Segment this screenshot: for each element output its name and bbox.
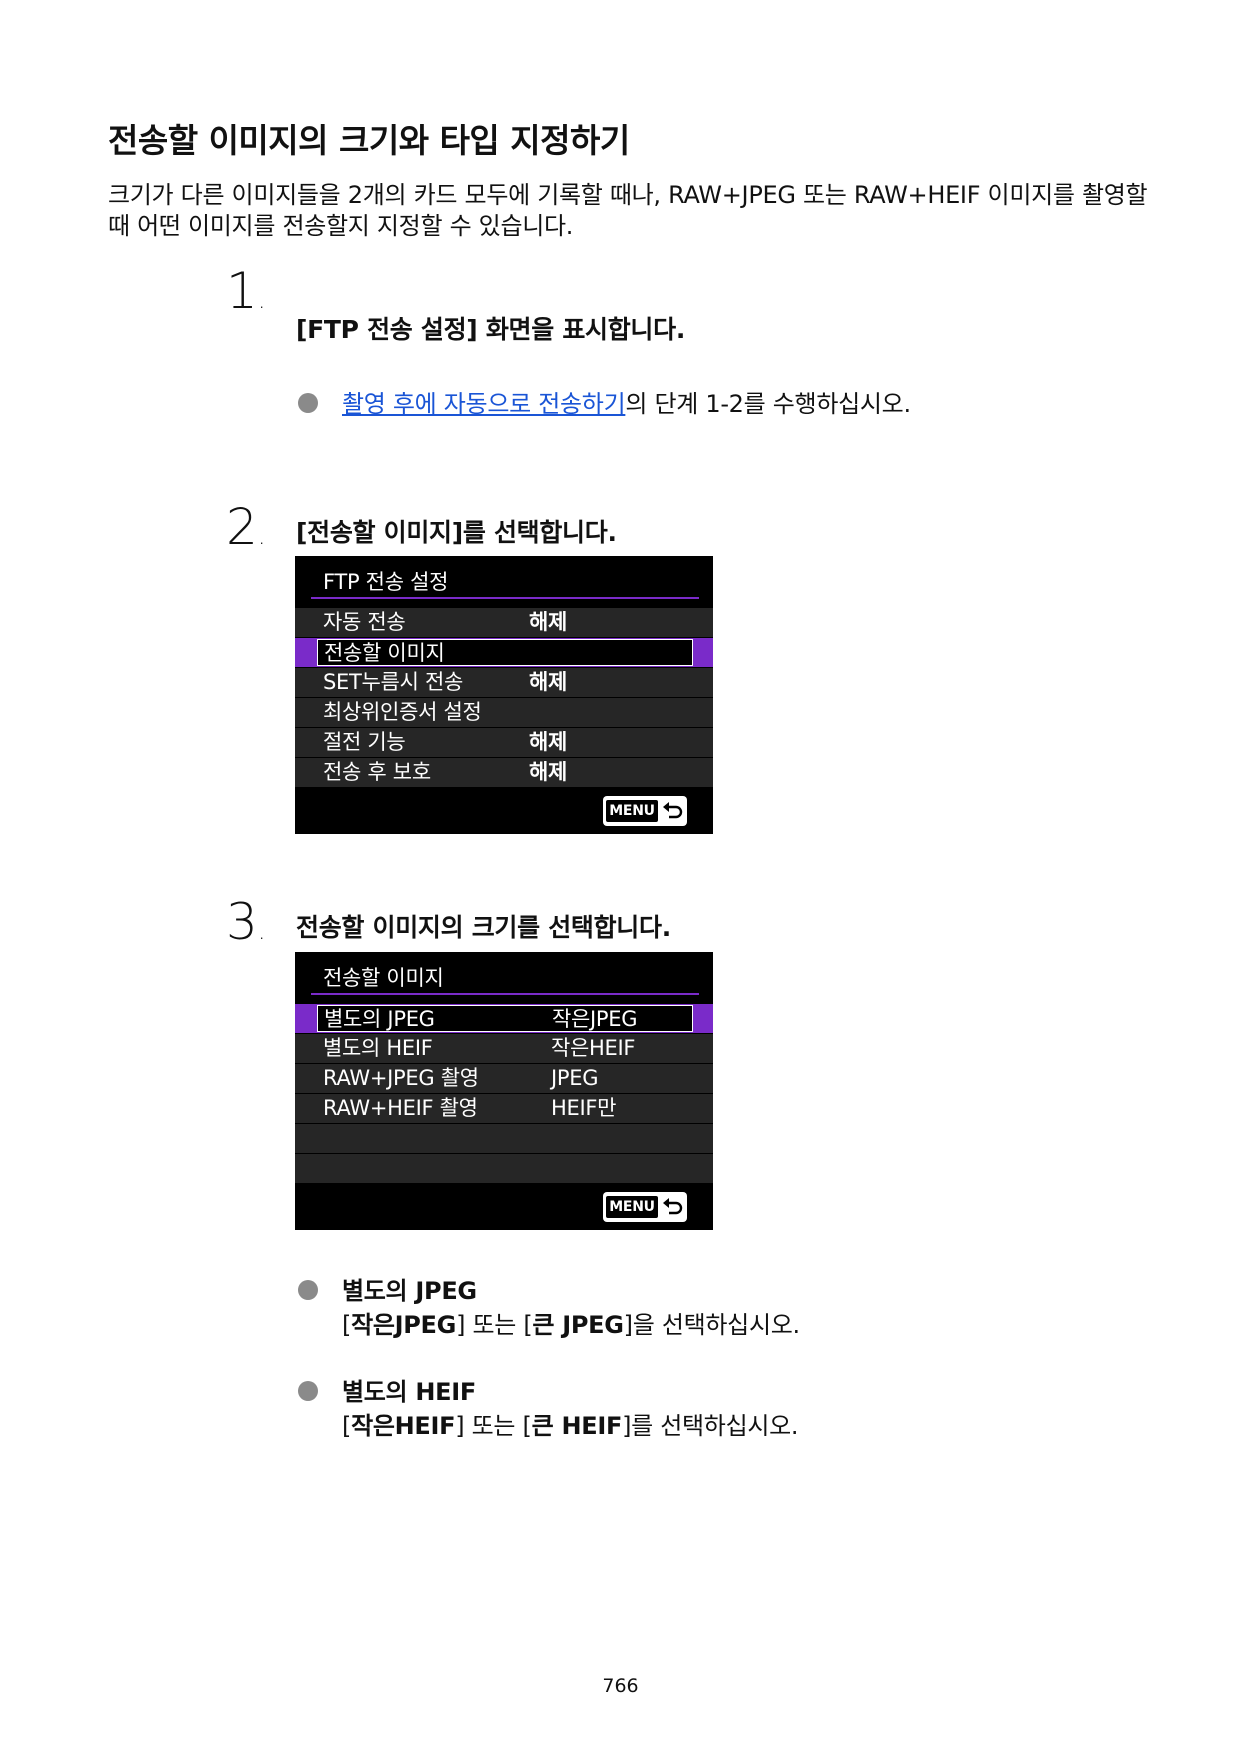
intro-paragraph: 크기가 다른 이미지들을 2개의 카드 모두에 기록할 때나, RAW+JPEG… bbox=[108, 181, 1148, 240]
menu-item-value: 해제 bbox=[529, 730, 568, 754]
ftp-transfer-settings-screen: FTP 전송 설정 자동 전송 해제 전송할 이미지 SET누름시 전송 해제 최상… bbox=[295, 556, 713, 834]
step-3-title: 전송할 이미지의 크기를 선택합니다. bbox=[296, 913, 671, 942]
step-number-dot: . bbox=[257, 917, 266, 945]
choice-large: 큰 JPEG bbox=[532, 1311, 624, 1339]
menu-button-label: MENU bbox=[606, 800, 658, 822]
menu-item-label: 별도의 JPEG bbox=[324, 1007, 435, 1031]
menu-item-raw-heif[interactable]: RAW+HEIF 촬영 HEIF만 bbox=[295, 1094, 713, 1124]
menu-item-value: HEIF만 bbox=[551, 1096, 617, 1120]
step-number-dot: . bbox=[257, 522, 266, 550]
menu-item-label: SET누름시 전송 bbox=[323, 670, 464, 694]
menu-item-value: 해제 bbox=[529, 670, 568, 694]
menu-item-value: 해제 bbox=[529, 610, 568, 634]
menu-item-label: 전송할 이미지 bbox=[324, 641, 445, 665]
step-1-title: [FTP 전송 설정] 화면을 표시합니다. bbox=[296, 315, 686, 344]
option-instruction: [작은HEIF] 또는 [큰 HEIF]를 선택하십시오. bbox=[342, 1409, 799, 1443]
screen-title: FTP 전송 설정 bbox=[323, 570, 449, 594]
step-1-number: 1. bbox=[226, 262, 265, 320]
bracket-open: [ bbox=[342, 1412, 352, 1440]
connector-text: ] 또는 [ bbox=[456, 1311, 533, 1339]
choice-small: 작은HEIF bbox=[351, 1412, 456, 1440]
return-arrow-icon bbox=[663, 1198, 683, 1215]
bracket-open: [ bbox=[342, 1311, 352, 1339]
choice-small: 작은JPEG bbox=[351, 1311, 457, 1339]
step-2-title: [전송할 이미지]를 선택합니다. bbox=[296, 518, 617, 547]
page-number: 766 bbox=[602, 1675, 639, 1697]
menu-row-empty bbox=[295, 1154, 713, 1184]
bullet-text: 촬영 후에 자동으로 전송하기의 단계 1-2를 수행하십시오. bbox=[342, 387, 911, 421]
closing-text: ]을 선택하십시오. bbox=[623, 1311, 800, 1339]
menu-item-protect-after-transfer[interactable]: 전송 후 보호 해제 bbox=[295, 758, 713, 788]
menu-button-label: MENU bbox=[606, 1196, 658, 1218]
menu-item-value: 작은JPEG bbox=[552, 1007, 638, 1031]
screen-title: 전송할 이미지 bbox=[323, 966, 444, 990]
option-instruction: [작은JPEG] 또는 [큰 JPEG]을 선택하십시오. bbox=[342, 1308, 800, 1342]
menu-item-label: 절전 기능 bbox=[323, 730, 406, 754]
menu-item-value: 해제 bbox=[529, 760, 568, 784]
menu-item-root-certificate[interactable]: 최상위인증서 설정 bbox=[295, 698, 713, 728]
menu-item-value: 작은HEIF bbox=[551, 1036, 636, 1060]
menu-item-transfer-with-set[interactable]: SET누름시 전송 해제 bbox=[295, 668, 713, 698]
menu-back-button[interactable]: MENU bbox=[603, 796, 687, 826]
auto-transfer-link[interactable]: 촬영 후에 자동으로 전송하기 bbox=[342, 390, 626, 418]
title-divider bbox=[311, 597, 699, 599]
menu-item-auto-transfer[interactable]: 자동 전송 해제 bbox=[295, 608, 713, 638]
menu-item-label: 자동 전송 bbox=[323, 610, 406, 634]
page-title: 전송할 이미지의 크기와 타입 지정하기 bbox=[108, 121, 630, 160]
images-to-transfer-screen: 전송할 이미지 별도의 JPEG 작은JPEG 별도의 HEIF 작은HEIF RA… bbox=[295, 952, 713, 1230]
step-3-number: 3. bbox=[226, 893, 265, 951]
menu-item-label: 별도의 HEIF bbox=[323, 1036, 433, 1060]
bullet-rest-text: 의 단계 1-2를 수행하십시오. bbox=[625, 390, 911, 418]
bullet-icon bbox=[298, 1381, 318, 1401]
menu-item-label: 전송 후 보호 bbox=[323, 760, 431, 784]
menu-item-label: RAW+HEIF 촬영 bbox=[323, 1096, 478, 1120]
menu-back-button[interactable]: MENU bbox=[603, 1192, 687, 1222]
menu-item-value: JPEG bbox=[551, 1066, 599, 1090]
step-number-digit: 3 bbox=[226, 893, 258, 951]
option-heading: 별도의 HEIF bbox=[342, 1378, 477, 1406]
menu-item-raw-jpeg[interactable]: RAW+JPEG 촬영 JPEG bbox=[295, 1064, 713, 1094]
title-divider bbox=[311, 993, 699, 995]
closing-text: ]를 선택하십시오. bbox=[622, 1412, 799, 1440]
step-number-digit: 1 bbox=[226, 262, 258, 320]
option-heading: 별도의 JPEG bbox=[342, 1277, 477, 1305]
step-2-number: 2. bbox=[226, 498, 265, 556]
menu-row-empty bbox=[295, 1124, 713, 1154]
step-number-dot: . bbox=[257, 286, 266, 314]
menu-item-separate-heif[interactable]: 별도의 HEIF 작은HEIF bbox=[295, 1034, 713, 1064]
menu-item-images-to-transfer[interactable]: 전송할 이미지 bbox=[295, 638, 713, 668]
menu-item-power-saving[interactable]: 절전 기능 해제 bbox=[295, 728, 713, 758]
step-number-digit: 2 bbox=[226, 498, 258, 556]
bullet-icon bbox=[298, 393, 318, 413]
connector-text: ] 또는 [ bbox=[455, 1412, 532, 1440]
bullet-icon bbox=[298, 1280, 318, 1300]
menu-item-label: 최상위인증서 설정 bbox=[323, 700, 482, 724]
menu-item-label: RAW+JPEG 촬영 bbox=[323, 1066, 479, 1090]
menu-item-separate-jpeg[interactable]: 별도의 JPEG 작은JPEG bbox=[295, 1004, 713, 1034]
return-arrow-icon bbox=[663, 802, 683, 819]
choice-large: 큰 HEIF bbox=[531, 1412, 623, 1440]
